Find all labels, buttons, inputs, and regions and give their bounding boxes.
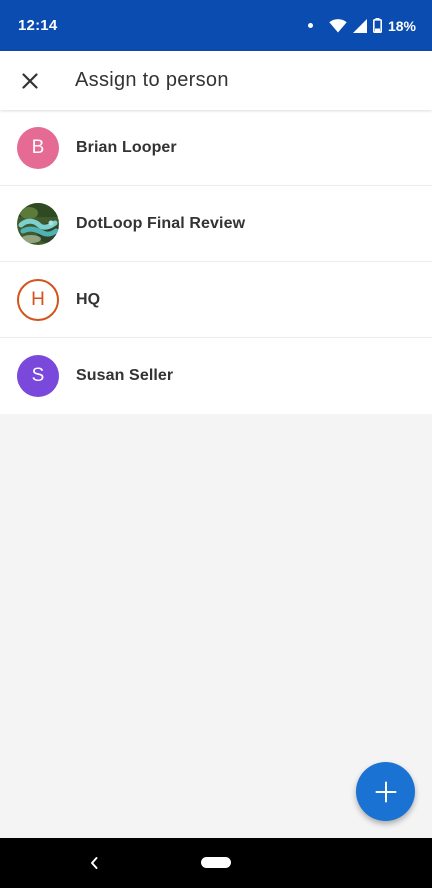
- status-time: 12:14: [18, 17, 58, 34]
- avatar-initial: S: [31, 365, 45, 386]
- person-name: HQ: [76, 290, 101, 308]
- back-button[interactable]: [82, 851, 106, 875]
- cell-signal-icon: [352, 18, 367, 33]
- app-bar: Assign to person: [0, 51, 432, 110]
- list-item-hq[interactable]: H HQ: [0, 262, 432, 338]
- avatar: H: [17, 278, 59, 321]
- close-icon: [22, 72, 38, 89]
- close-button[interactable]: [0, 51, 60, 110]
- list-item-dotloop-final-review[interactable]: DotLoop Final Review: [0, 186, 432, 262]
- page-title: Assign to person: [75, 69, 229, 91]
- battery-percent: 18%: [387, 17, 416, 34]
- status-icons: 18%: [307, 17, 416, 34]
- wifi-icon: [329, 18, 347, 32]
- notification-dot: [307, 23, 313, 28]
- list-item-brian-looper[interactable]: B Brian Looper: [0, 110, 432, 186]
- person-name: DotLoop Final Review: [76, 214, 246, 232]
- avatar-photo: [17, 202, 59, 245]
- add-person-button[interactable]: [356, 762, 415, 821]
- avatar-initial: H: [31, 288, 45, 310]
- person-name: Susan Seller: [76, 367, 174, 384]
- avatar: B: [17, 126, 59, 169]
- people-list: B Brian Looper DotLoop Final Review H HQ: [0, 110, 432, 414]
- home-pill-icon[interactable]: [201, 857, 231, 868]
- back-chevron-icon: [91, 857, 98, 869]
- battery-icon: [372, 18, 382, 33]
- avatar: S: [17, 355, 59, 397]
- avatar-initial: B: [31, 136, 45, 158]
- list-item-susan-seller[interactable]: S Susan Seller: [0, 338, 432, 414]
- plus-icon: [375, 781, 396, 802]
- system-nav-bar: [0, 838, 432, 888]
- person-name: Brian Looper: [76, 138, 177, 156]
- status-bar: 12:14 18%: [0, 0, 432, 51]
